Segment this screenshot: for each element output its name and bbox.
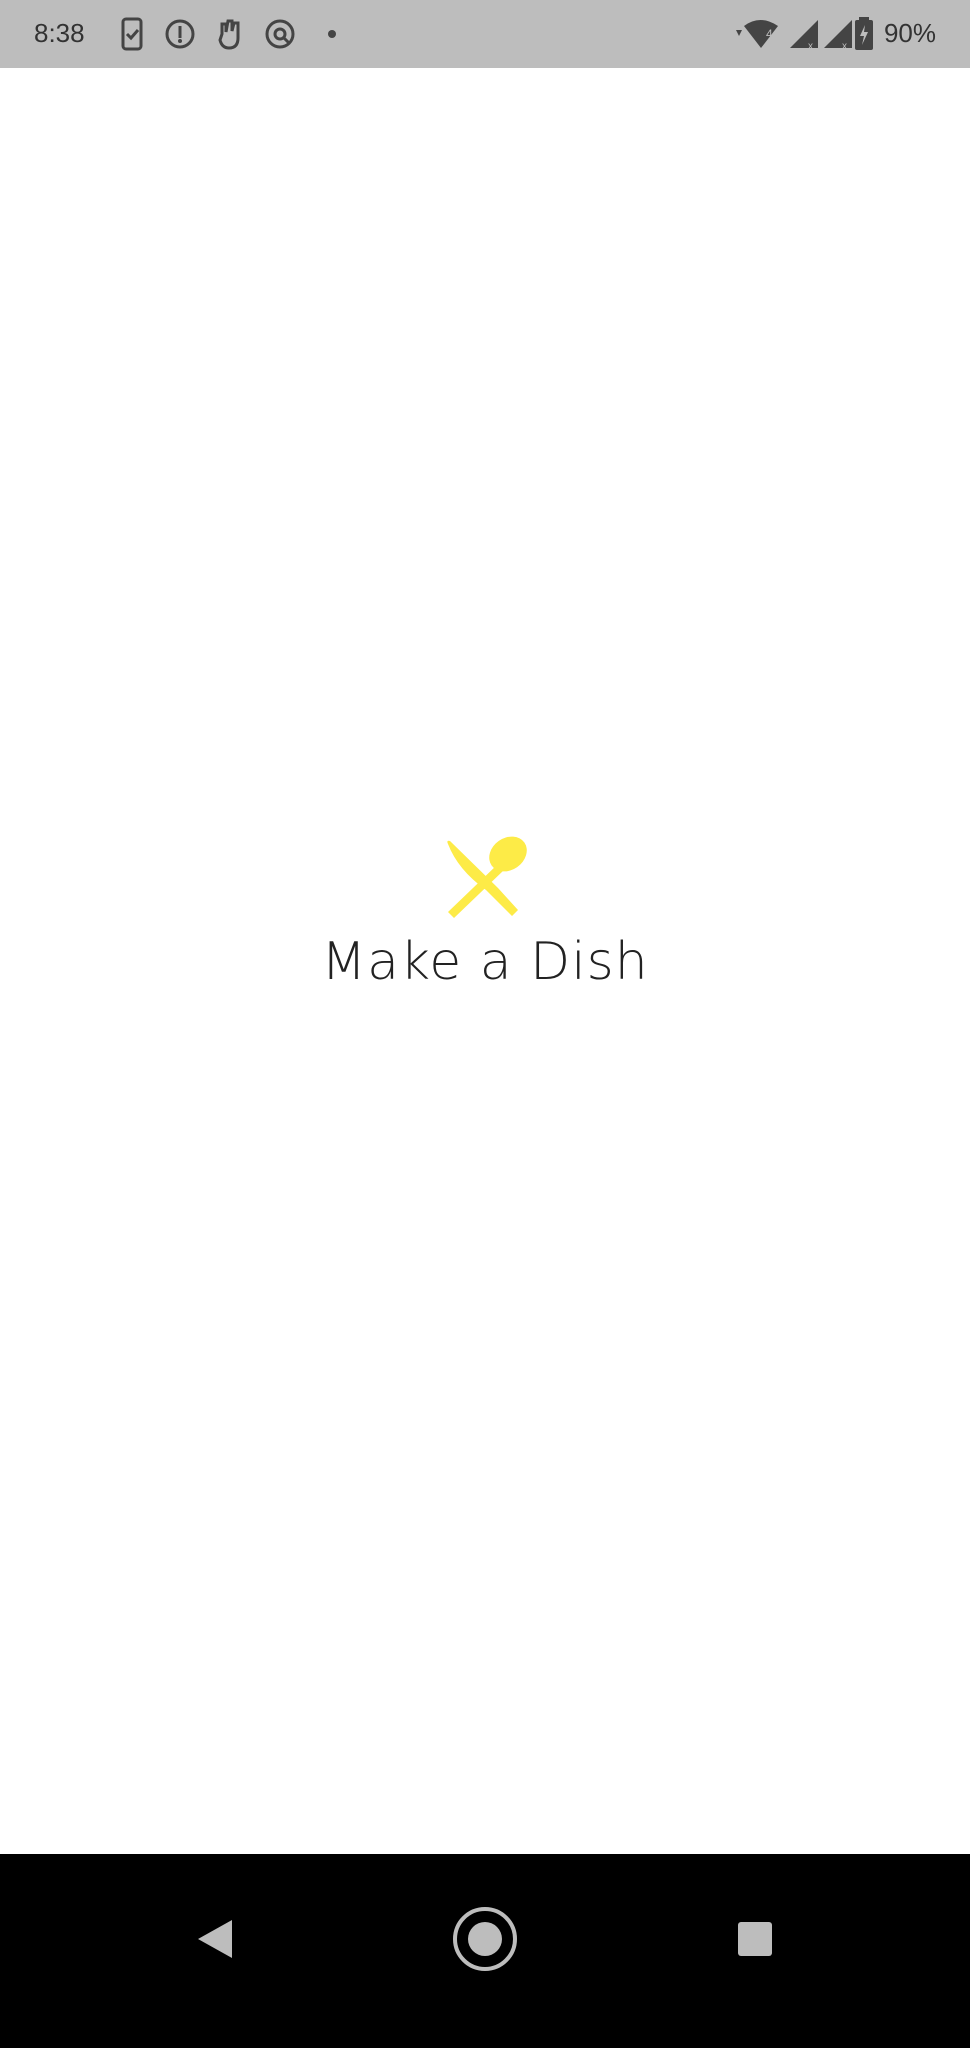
- logo-container: [0, 830, 970, 926]
- signal-icon: x: [790, 20, 818, 52]
- app-title: Make a Dish: [321, 932, 649, 992]
- status-bar: 8:38 4 x x 90%: [0, 0, 970, 68]
- phone-check-icon: [121, 17, 143, 51]
- svg-text:x: x: [808, 41, 813, 52]
- dot-icon: [328, 30, 336, 38]
- home-icon[interactable]: [450, 1904, 520, 1974]
- recents-icon[interactable]: [720, 1904, 790, 1974]
- battery-icon: [855, 17, 873, 50]
- back-icon[interactable]: [180, 1904, 250, 1974]
- splash-content: Make a Dish: [0, 830, 970, 992]
- wifi-icon: 4: [736, 20, 778, 48]
- svg-text:4: 4: [766, 27, 773, 41]
- navigation-bar: [0, 1854, 970, 2048]
- key-icon: [165, 19, 195, 49]
- svg-text:x: x: [842, 41, 847, 52]
- signal-icon: x: [824, 20, 852, 52]
- at-sign-icon: [265, 19, 295, 49]
- splash-screen: 8:38 4 x x 90% Make a Dish: [0, 0, 970, 2048]
- battery-percent: 90%: [883, 18, 936, 48]
- status-time: 8:38: [34, 18, 85, 48]
- hand-icon: [218, 19, 240, 50]
- knife-spoon-icon: [447, 836, 527, 918]
